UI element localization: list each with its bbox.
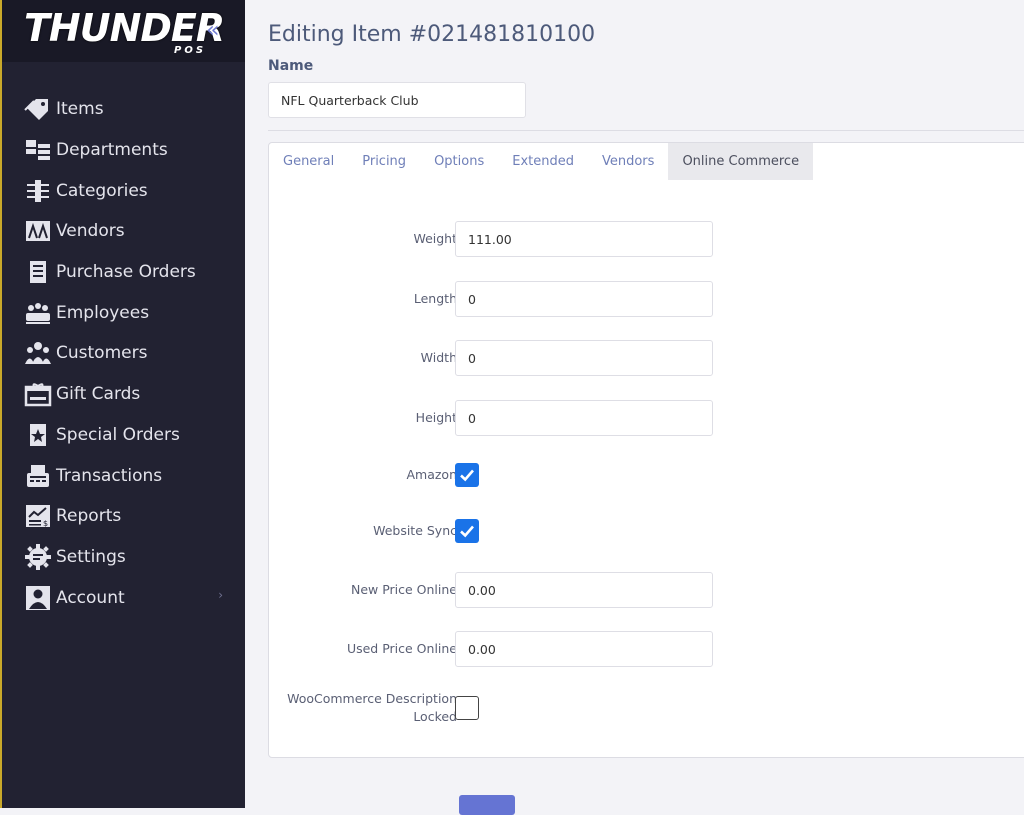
woo-description-locked-row: WooCommerce Description Locked bbox=[269, 690, 1024, 726]
used-price-online-row: Used Price Online bbox=[269, 631, 1024, 667]
woo-description-locked-checkbox[interactable] bbox=[455, 696, 479, 720]
weight-row: Weight bbox=[269, 221, 1024, 257]
main-content: Editing Item #021481810100 Name General … bbox=[245, 0, 1024, 815]
sidebar-item-label: Employees bbox=[56, 302, 150, 323]
sidebar-item-label: Vendors bbox=[56, 221, 125, 242]
gear-icon bbox=[23, 543, 53, 570]
tag-icon bbox=[23, 96, 53, 122]
sidebar-item-label: Purchase Orders bbox=[56, 262, 196, 283]
amazon-label: Amazon bbox=[406, 467, 457, 482]
website-sync-label: Website Sync bbox=[373, 523, 457, 538]
sidebar: THUNDER POS « Items Departments Categori… bbox=[0, 0, 245, 808]
vendors-icon bbox=[23, 218, 53, 244]
save-button[interactable] bbox=[459, 795, 515, 815]
checkmark-icon bbox=[460, 469, 474, 482]
item-edit-card: General Pricing Options Extended Vendors… bbox=[268, 142, 1024, 758]
website-sync-checkbox[interactable] bbox=[455, 519, 479, 543]
sidebar-item-categories[interactable]: Categories bbox=[2, 170, 245, 211]
sidebar-item-settings[interactable]: Settings bbox=[2, 537, 245, 578]
page-title: Editing Item #021481810100 bbox=[268, 22, 596, 47]
sidebar-item-transactions[interactable]: Transactions bbox=[2, 455, 245, 496]
sidebar-item-departments[interactable]: Departments bbox=[2, 130, 245, 171]
chevron-right-icon: › bbox=[218, 588, 223, 603]
checkmark-icon bbox=[460, 525, 474, 538]
employees-icon bbox=[23, 300, 53, 326]
sidebar-item-label: Customers bbox=[56, 343, 148, 364]
weight-label: Weight bbox=[413, 231, 457, 246]
transactions-icon bbox=[23, 463, 53, 489]
height-row: Height bbox=[269, 400, 1024, 436]
sidebar-item-special-orders[interactable]: Special Orders bbox=[2, 415, 245, 456]
logo-text: THUNDER bbox=[24, 6, 225, 50]
sidebar-item-label: Categories bbox=[56, 180, 148, 201]
sidebar-item-label: Account bbox=[56, 587, 125, 608]
svg-text:$: $ bbox=[43, 519, 48, 528]
woo-description-locked-label: WooCommerce Description Locked bbox=[287, 690, 457, 726]
woo-label-line1: WooCommerce Description bbox=[287, 691, 457, 706]
website-sync-row: Website Sync bbox=[269, 513, 1024, 549]
length-row: Length bbox=[269, 281, 1024, 317]
collapse-sidebar-icon[interactable]: « bbox=[206, 18, 219, 43]
special-orders-icon bbox=[23, 422, 53, 448]
sidebar-nav: Items Departments Categories Vendors Pur… bbox=[2, 89, 245, 618]
sidebar-item-label: Transactions bbox=[56, 465, 163, 486]
amazon-row: Amazon bbox=[269, 457, 1024, 493]
tab-general[interactable]: General bbox=[269, 143, 348, 180]
categories-icon bbox=[23, 178, 53, 204]
length-input[interactable] bbox=[455, 281, 713, 317]
new-price-online-label: New Price Online bbox=[350, 582, 457, 597]
sidebar-item-label: Items bbox=[56, 99, 104, 120]
height-input[interactable] bbox=[455, 400, 713, 436]
reports-icon: $ bbox=[23, 503, 53, 529]
height-label: Height bbox=[415, 410, 457, 425]
width-input[interactable] bbox=[455, 340, 713, 376]
new-price-online-input[interactable] bbox=[455, 572, 713, 608]
sidebar-item-vendors[interactable]: Vendors bbox=[2, 211, 245, 252]
sidebar-item-gift-cards[interactable]: Gift Cards bbox=[2, 374, 245, 415]
used-price-online-input[interactable] bbox=[455, 631, 713, 667]
sidebar-item-employees[interactable]: Employees bbox=[2, 292, 245, 333]
tab-vendors[interactable]: Vendors bbox=[588, 143, 668, 180]
tab-online-commerce[interactable]: Online Commerce bbox=[668, 143, 814, 180]
width-row: Width bbox=[269, 340, 1024, 376]
sidebar-item-items[interactable]: Items bbox=[2, 89, 245, 130]
length-label: Length bbox=[413, 291, 457, 306]
amazon-checkbox[interactable] bbox=[455, 463, 479, 487]
used-price-online-label: Used Price Online bbox=[346, 641, 457, 656]
sidebar-item-label: Settings bbox=[56, 546, 126, 567]
weight-input[interactable] bbox=[455, 221, 713, 257]
name-input[interactable] bbox=[268, 82, 526, 118]
sidebar-item-purchase-orders[interactable]: Purchase Orders bbox=[2, 252, 245, 293]
sidebar-item-label: Departments bbox=[56, 140, 168, 161]
customers-icon bbox=[23, 340, 53, 366]
sidebar-item-label: Special Orders bbox=[56, 424, 180, 445]
tab-bar: General Pricing Options Extended Vendors… bbox=[269, 143, 814, 180]
name-label: Name bbox=[268, 58, 314, 74]
sidebar-item-reports[interactable]: $ Reports bbox=[2, 496, 245, 537]
gift-card-icon bbox=[23, 381, 53, 407]
logo-subtext: POS bbox=[174, 45, 207, 56]
departments-icon bbox=[23, 137, 53, 163]
tab-extended[interactable]: Extended bbox=[498, 143, 588, 180]
width-label: Width bbox=[420, 350, 457, 365]
purchase-orders-icon bbox=[23, 259, 53, 285]
sidebar-item-label: Reports bbox=[56, 506, 122, 527]
woo-label-line2: Locked bbox=[413, 709, 457, 724]
tab-pricing[interactable]: Pricing bbox=[348, 143, 420, 180]
account-icon bbox=[23, 585, 53, 611]
divider bbox=[268, 130, 1024, 131]
sidebar-item-label: Gift Cards bbox=[56, 384, 141, 405]
sidebar-item-account[interactable]: Account › bbox=[2, 577, 245, 618]
tab-options[interactable]: Options bbox=[420, 143, 498, 180]
logo: THUNDER POS « bbox=[2, 0, 245, 62]
new-price-online-row: New Price Online bbox=[269, 572, 1024, 608]
sidebar-item-customers[interactable]: Customers bbox=[2, 333, 245, 374]
